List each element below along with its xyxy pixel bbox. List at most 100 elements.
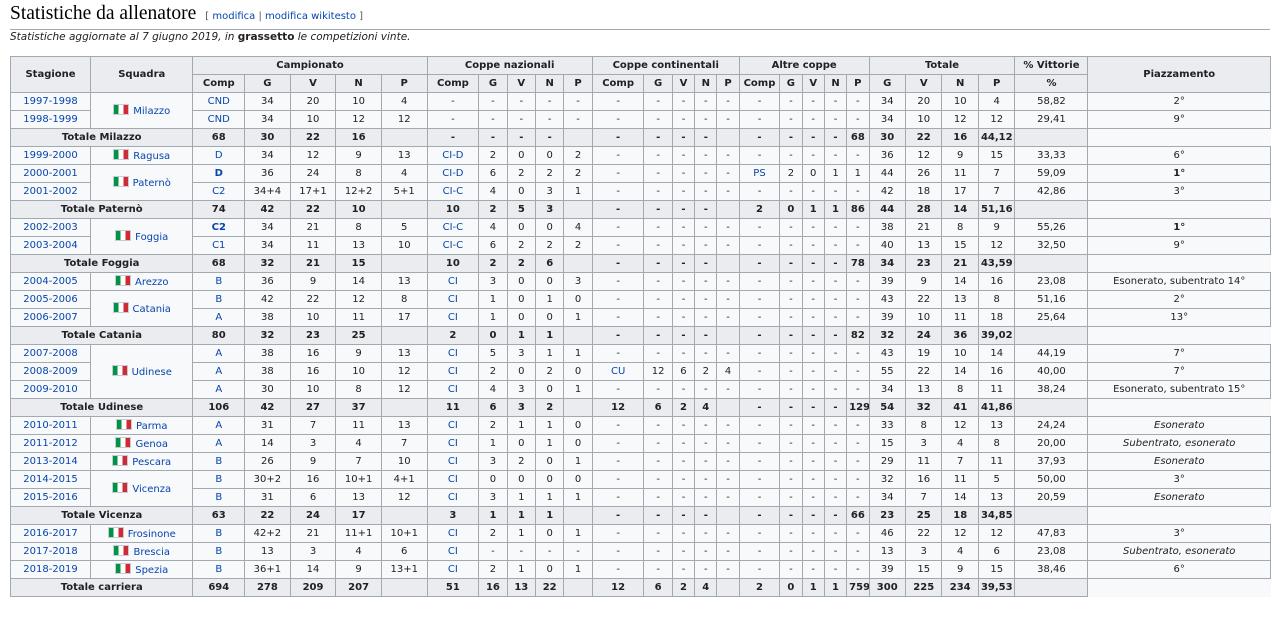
season-link[interactable]: 2003-2004 (9, 236, 92, 255)
season-link[interactable]: 2017-2018 (9, 542, 92, 561)
edit-link[interactable]: modifica (212, 11, 255, 22)
table-cell: 7 (977, 182, 1016, 201)
competition-link[interactable]: CI (426, 290, 480, 309)
season-link[interactable]: 2007-2008 (9, 344, 92, 363)
competition-link[interactable]: CND (192, 110, 246, 129)
table-cell: 36 (244, 164, 291, 183)
team-link[interactable]: Arezzo (135, 277, 169, 288)
season-link[interactable]: 2016-2017 (9, 524, 92, 543)
competition-link[interactable]: CND (192, 92, 246, 111)
team-link[interactable]: Pescara (132, 457, 171, 468)
table-cell: - (779, 560, 803, 579)
team-link[interactable]: Spezia (135, 565, 168, 576)
team-link[interactable]: Udinese (132, 367, 172, 378)
team-link[interactable]: Paternò (133, 178, 171, 189)
competition-link[interactable]: B (192, 452, 246, 471)
team-link[interactable]: Milazzo (133, 106, 170, 117)
competition-link[interactable]: CI-C (426, 236, 480, 255)
competition-link[interactable]: CI (426, 524, 480, 543)
season-link[interactable]: 2015-2016 (9, 488, 92, 507)
competition-link[interactable]: CI (426, 452, 480, 471)
table-cell: 43 (868, 344, 906, 363)
competition-link[interactable]: CU (591, 362, 645, 381)
competition-link[interactable]: A (192, 416, 246, 435)
table-cell: - (478, 128, 508, 147)
season-link[interactable]: 1997-1998 (9, 92, 92, 111)
competition-link[interactable]: B (192, 560, 246, 579)
season-link[interactable]: 2008-2009 (9, 362, 92, 381)
team-link[interactable]: Foggia (135, 232, 168, 243)
competition-link[interactable]: B (192, 272, 246, 291)
season-link[interactable]: 2011-2012 (9, 434, 92, 453)
competition-link[interactable]: C2 (192, 218, 246, 237)
team-link[interactable]: Parma (136, 421, 168, 432)
competition-link[interactable]: CI-C (426, 218, 480, 237)
table-cell: 3 (904, 434, 943, 453)
team-link[interactable]: Genoa (135, 439, 168, 450)
season-link[interactable]: 2000-2001 (9, 164, 92, 183)
team-link[interactable]: Ragusa (133, 151, 170, 162)
season-link[interactable]: 1999-2000 (9, 146, 92, 165)
competition-link[interactable]: A (192, 308, 246, 327)
team-cell: Parma (90, 416, 194, 435)
table-cell: - (716, 524, 740, 543)
competition-link[interactable]: CI (426, 434, 480, 453)
team-link[interactable]: Frosinone (128, 529, 176, 540)
competition-link[interactable]: CI (426, 344, 480, 363)
italy-flag-icon (112, 482, 129, 493)
competition-link[interactable]: B (192, 542, 246, 561)
competition-link[interactable]: CI (426, 488, 480, 507)
season-link[interactable]: 2006-2007 (9, 308, 92, 327)
season-link[interactable]: 2014-2015 (9, 470, 92, 489)
competition-link[interactable]: CI (426, 272, 480, 291)
competition-link[interactable]: CI (426, 470, 480, 489)
season-link[interactable]: 2013-2014 (9, 452, 92, 471)
competition-link[interactable]: CI (426, 542, 480, 561)
competition-link[interactable]: CI-D (426, 146, 480, 165)
competition-link[interactable]: CI (426, 380, 480, 399)
competition-link[interactable]: A (192, 434, 246, 453)
edit-wikitext-link[interactable]: modifica wikitesto (265, 11, 356, 22)
season-link[interactable]: 2009-2010 (9, 380, 92, 399)
competition-link[interactable]: CI-D (426, 164, 480, 183)
competition-link[interactable]: B (192, 488, 246, 507)
competition-link[interactable]: C1 (192, 236, 246, 255)
season-link[interactable]: 1998-1999 (9, 110, 92, 129)
season-link[interactable]: 2018-2019 (9, 560, 92, 579)
competition-link[interactable]: CI (426, 560, 480, 579)
season-link[interactable]: 2005-2006 (9, 290, 92, 309)
table-cell: - (694, 218, 718, 237)
competition-link[interactable]: B (192, 524, 246, 543)
competition-link[interactable]: PS (738, 164, 781, 183)
competition-link[interactable]: D (192, 146, 246, 165)
season-link[interactable]: 2001-2002 (9, 182, 92, 201)
table-cell: 15 (977, 560, 1016, 579)
team-link[interactable]: Vicenza (132, 484, 171, 495)
table-cell: - (801, 182, 825, 201)
competition-link[interactable]: CI (426, 416, 480, 435)
competition-link[interactable]: CI-C (426, 182, 480, 201)
season-link[interactable]: 2010-2011 (9, 416, 92, 435)
competition-link[interactable]: D (192, 164, 246, 183)
competition-link[interactable]: C2 (192, 182, 246, 201)
table-cell: 12 (904, 146, 943, 165)
competition-link[interactable]: A (192, 344, 246, 363)
competition-link[interactable]: B (192, 470, 246, 489)
competition-link[interactable]: A (192, 362, 246, 381)
team-link[interactable]: Brescia (133, 547, 170, 558)
season-link[interactable]: 2004-2005 (9, 272, 92, 291)
competition-link[interactable]: CI (426, 308, 480, 327)
table-cell: 11 (941, 470, 979, 489)
competition-link[interactable]: A (192, 380, 246, 399)
table-cell: 4 (335, 434, 382, 453)
table-cell: 5 (478, 344, 508, 363)
competition-link[interactable]: CI (426, 362, 480, 381)
header-vittorie: % Vittorie (1014, 56, 1089, 75)
table-cell: - (738, 128, 781, 147)
team-link[interactable]: Catania (133, 304, 171, 315)
season-link[interactable]: 2002-2003 (9, 218, 92, 237)
competition-link[interactable]: B (192, 290, 246, 309)
table-cell: - (694, 326, 718, 345)
table-cell (380, 254, 428, 273)
total-row: Totale carriera 694 278 209 207 51 16 13 22 12 6 2 4… (9, 578, 1271, 597)
